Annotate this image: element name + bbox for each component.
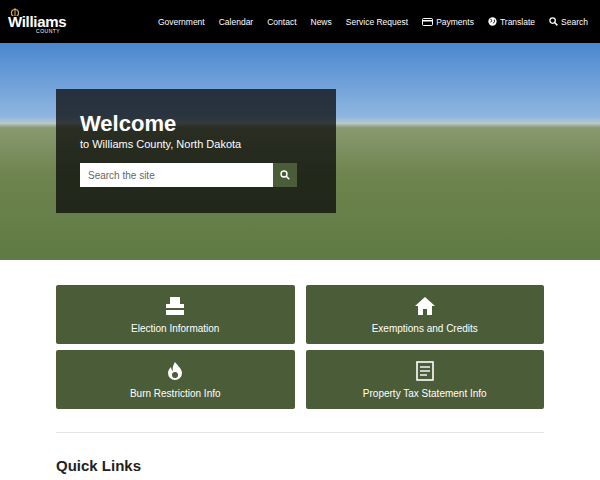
card-icon: [422, 18, 433, 26]
header: Williams COUNTY Government Calendar Cont…: [0, 0, 600, 43]
fire-icon: [166, 361, 184, 381]
search-icon: [549, 17, 558, 26]
search-button[interactable]: [273, 163, 297, 187]
tile-label: Burn Restriction Info: [130, 388, 221, 399]
nav-item[interactable]: Payments: [422, 17, 474, 27]
nav-item[interactable]: Service Request: [346, 17, 408, 27]
nav-item[interactable]: Translate: [488, 17, 535, 27]
emblem-icon: [10, 8, 20, 16]
hero-title: Welcome: [80, 111, 312, 137]
nav-item[interactable]: Government: [158, 17, 205, 27]
main-nav: Government Calendar Contact News Service…: [158, 17, 588, 27]
house-icon: [414, 296, 436, 316]
hero-subtitle: to Williams County, North Dakota: [80, 137, 312, 151]
search-input[interactable]: [80, 163, 273, 187]
logo[interactable]: Williams COUNTY: [8, 10, 66, 34]
document-icon: [416, 361, 434, 381]
tile[interactable]: Property Tax Statement Info: [306, 350, 545, 409]
tile-grid: Election Information Exemptions and Cred…: [56, 285, 544, 409]
tile[interactable]: Exemptions and Credits: [306, 285, 545, 344]
search-icon: [280, 170, 290, 180]
divider: [56, 432, 544, 433]
hero: Welcome to Williams County, North Dakota: [0, 43, 600, 260]
welcome-panel: Welcome to Williams County, North Dakota: [56, 89, 336, 213]
tile-label: Election Information: [131, 323, 219, 334]
tile-label: Exemptions and Credits: [372, 323, 478, 334]
nav-item[interactable]: Search: [549, 17, 588, 27]
nav-item[interactable]: News: [311, 17, 332, 27]
tile[interactable]: Burn Restriction Info: [56, 350, 295, 409]
content: Election Information Exemptions and Cred…: [56, 260, 544, 474]
page: Williams COUNTY Government Calendar Cont…: [0, 0, 600, 480]
logo-title: Williams: [8, 14, 66, 29]
tile-label: Property Tax Statement Info: [363, 388, 487, 399]
ballot-box-icon: [164, 296, 186, 316]
nav-item[interactable]: Calendar: [219, 17, 254, 27]
globe-icon: [488, 17, 497, 26]
nav-item[interactable]: Contact: [267, 17, 296, 27]
logo-subtitle: COUNTY: [36, 29, 60, 34]
site-search: [80, 163, 297, 187]
tile[interactable]: Election Information: [56, 285, 295, 344]
quick-links-heading: Quick Links: [56, 457, 544, 474]
